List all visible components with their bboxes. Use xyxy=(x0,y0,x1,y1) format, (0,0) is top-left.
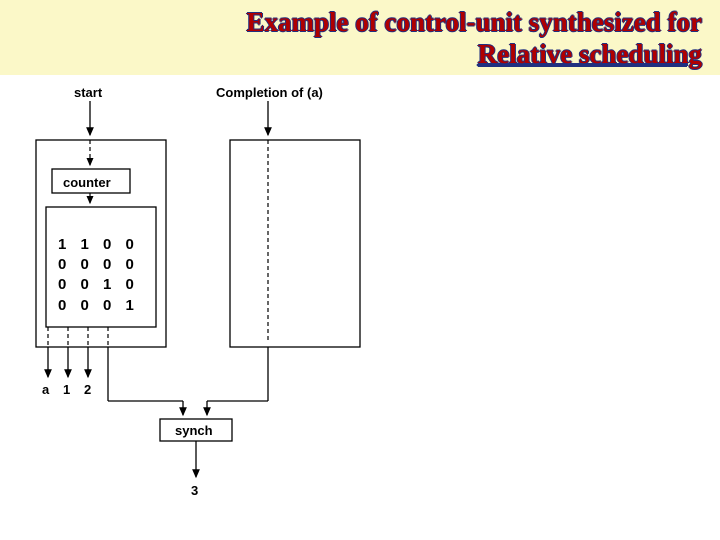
title-line-2: Relative scheduling xyxy=(18,38,702,70)
title-line-1: Example of control-unit synthesized for xyxy=(18,6,702,38)
slide-title: Example of control-unit synthesized for … xyxy=(0,0,720,75)
diagram-stage: start Completion of (a) counter 1 1 0 0 … xyxy=(0,75,720,535)
diagram-svg xyxy=(0,75,720,535)
